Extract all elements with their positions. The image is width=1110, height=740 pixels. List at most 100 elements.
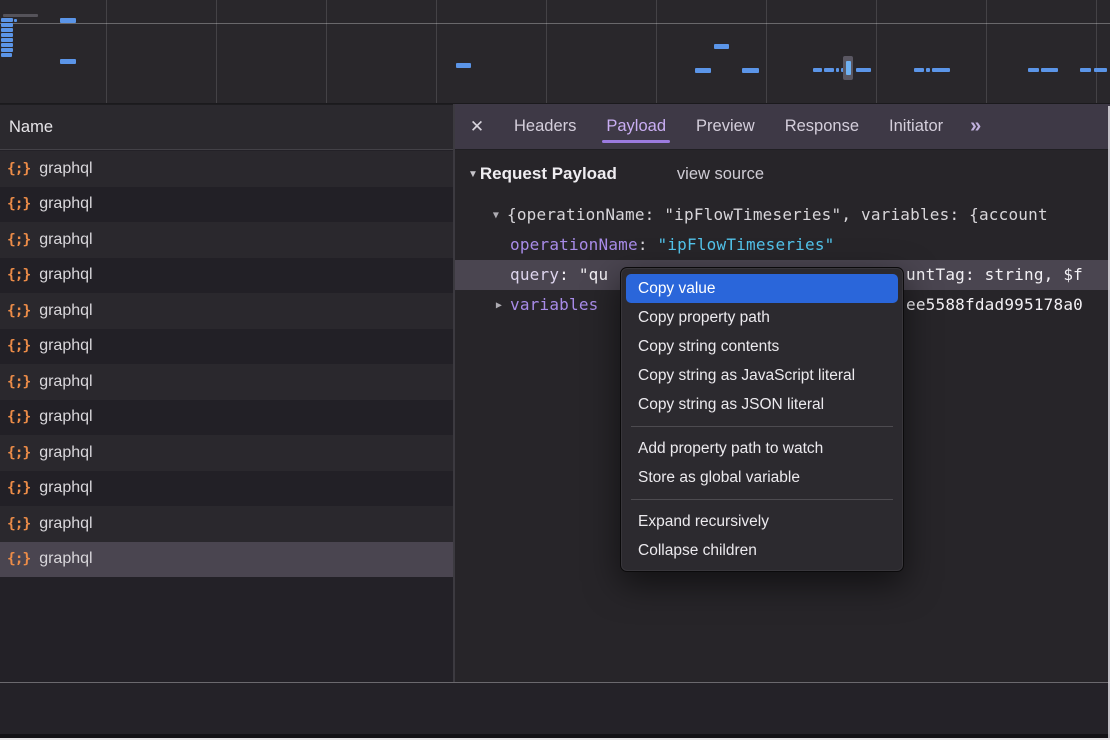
waterfall-bar	[456, 63, 471, 68]
more-tabs-icon[interactable]: »	[970, 115, 979, 138]
waterfall-bar	[14, 19, 17, 22]
section-title: Request Payload	[480, 164, 617, 184]
request-row[interactable]: {;} graphql	[0, 293, 453, 329]
menu-item-add-property-path-to-watch[interactable]: Add property path to watch	[626, 434, 898, 463]
tabs-wrap: Headers Payload Preview Response Initiator	[499, 104, 958, 149]
overview-gridline	[436, 0, 437, 103]
request-name: graphql	[39, 337, 92, 355]
json-request-icon: {;}	[7, 445, 30, 461]
request-name: graphql	[39, 160, 92, 178]
expand-icon[interactable]: ▶	[488, 291, 510, 321]
property-key: variables	[510, 295, 599, 314]
waterfall-bar	[1, 23, 13, 27]
request-row[interactable]: {;}graphql	[0, 542, 453, 578]
request-name: graphql	[39, 479, 92, 497]
waterfall-bar	[695, 68, 711, 73]
request-name: graphql	[39, 266, 92, 284]
waterfall-bar	[3, 14, 38, 17]
waterfall-bar	[1, 53, 12, 57]
request-row[interactable]: {;} graphql	[0, 258, 453, 294]
menu-item-store-as-global-variable[interactable]: Store as global variable	[626, 463, 898, 492]
waterfall-bar	[742, 68, 759, 73]
close-icon[interactable]: ✕	[455, 117, 499, 137]
waterfall-bar	[60, 59, 76, 64]
waterfall-bar	[1041, 68, 1058, 72]
request-row[interactable]: {;} graphql	[0, 151, 453, 187]
json-request-icon: {;}	[7, 338, 30, 354]
overview-divider-line	[0, 23, 1110, 24]
request-row[interactable]: {;}graphql	[0, 364, 453, 400]
json-request-icon: {;}	[7, 267, 30, 283]
waterfall-bar	[1, 48, 13, 52]
waterfall-bar	[1, 38, 13, 42]
menu-item-collapse-children[interactable]: Collapse children	[626, 536, 898, 565]
property-value-right: untTag: string, $f	[906, 260, 1083, 290]
tab-payload[interactable]: Payload	[606, 104, 666, 149]
context-menu: Copy valueCopy property pathCopy string …	[620, 267, 904, 572]
menu-item-copy-string-as-json-literal[interactable]: Copy string as JSON literal	[626, 390, 898, 419]
details-tabbar: ✕ Headers Payload Preview Response Initiator…	[455, 104, 1110, 150]
tab-preview[interactable]: Preview	[696, 104, 755, 149]
tree-row-operation-name[interactable]: operationName: "ipFlowTimeseries"	[455, 230, 1110, 260]
waterfall-bar	[813, 68, 822, 72]
request-name: graphql	[39, 302, 92, 320]
request-row[interactable]: {;} graphql	[0, 400, 453, 436]
menu-separator	[631, 426, 893, 427]
request-row[interactable]: {;} graphql	[0, 329, 453, 365]
tab-headers[interactable]: Headers	[514, 104, 576, 149]
name-column-label: Name	[9, 118, 53, 137]
overview-gridline	[656, 0, 657, 103]
waterfall-bar	[714, 44, 729, 49]
overview-gridline	[326, 0, 327, 103]
menu-item-copy-value[interactable]: Copy value	[626, 274, 898, 303]
menu-separator	[631, 499, 893, 500]
property-value: "ipFlowTimeseries"	[658, 235, 835, 254]
payload-section-header: ▼ Request Payload view source	[455, 158, 1110, 190]
json-request-icon: {;}	[7, 303, 30, 319]
devtools-network-panel: Name {;}graphql{;}graphql{;}graphql{;}gr…	[0, 0, 1110, 740]
json-request-icon: {;}	[7, 409, 30, 425]
json-request-icon: {;}	[7, 551, 30, 567]
tab-initiator[interactable]: Initiator	[889, 104, 943, 149]
waterfall-bar	[1028, 68, 1039, 72]
request-name: graphql	[39, 515, 92, 533]
tree-root-row[interactable]: ▼{operationName: "ipFlowTimeseries", var…	[455, 200, 1110, 230]
request-row[interactable]: {;}graphql	[0, 222, 453, 258]
json-request-icon: {;}	[7, 374, 30, 390]
request-row[interactable]: {;} graphql	[0, 187, 453, 223]
menu-item-copy-string-contents[interactable]: Copy string contents	[626, 332, 898, 361]
network-overview[interactable]	[0, 0, 1110, 104]
waterfall-bar	[856, 68, 871, 72]
request-name: graphql	[39, 195, 92, 213]
json-request-icon: {;}	[7, 196, 30, 212]
overview-gridline	[546, 0, 547, 103]
waterfall-bar	[1094, 68, 1107, 72]
overview-gridline	[876, 0, 877, 103]
menu-item-copy-string-as-javascript-literal[interactable]: Copy string as JavaScript literal	[626, 361, 898, 390]
overview-gridline	[766, 0, 767, 103]
waterfall-bar	[60, 18, 76, 23]
request-list: {;} graphql {;} graphql {;} graphql {;} graphql…	[0, 151, 453, 682]
collapse-icon[interactable]: ▼	[485, 201, 507, 231]
name-column-header[interactable]: Name	[0, 104, 453, 150]
overview-gridline	[216, 0, 217, 103]
property-value-left: "qu	[579, 265, 609, 284]
json-request-icon: {;}	[7, 232, 30, 248]
request-name: graphql	[39, 444, 92, 462]
waterfall-bar	[926, 68, 930, 72]
object-preview-text: {operationName: "ipFlowTimeseries", vari…	[507, 205, 1048, 224]
request-row[interactable]: {;}graphql	[0, 471, 453, 507]
waterfall-bar	[836, 68, 839, 72]
overview-gridline	[986, 0, 987, 103]
json-request-icon: {;}	[7, 161, 30, 177]
request-row[interactable]: {;} graphql	[0, 506, 453, 542]
menu-item-expand-recursively[interactable]: Expand recursively	[626, 507, 898, 536]
request-row[interactable]: {;} graphql	[0, 435, 453, 471]
section-collapse-icon[interactable]: ▼	[468, 169, 478, 180]
selected-request-tick	[846, 61, 851, 75]
request-name: graphql	[39, 408, 92, 426]
tab-response[interactable]: Response	[785, 104, 859, 149]
json-request-icon: {;}	[7, 516, 30, 532]
menu-item-copy-property-path[interactable]: Copy property path	[626, 303, 898, 332]
view-source-link[interactable]: view source	[677, 165, 764, 184]
